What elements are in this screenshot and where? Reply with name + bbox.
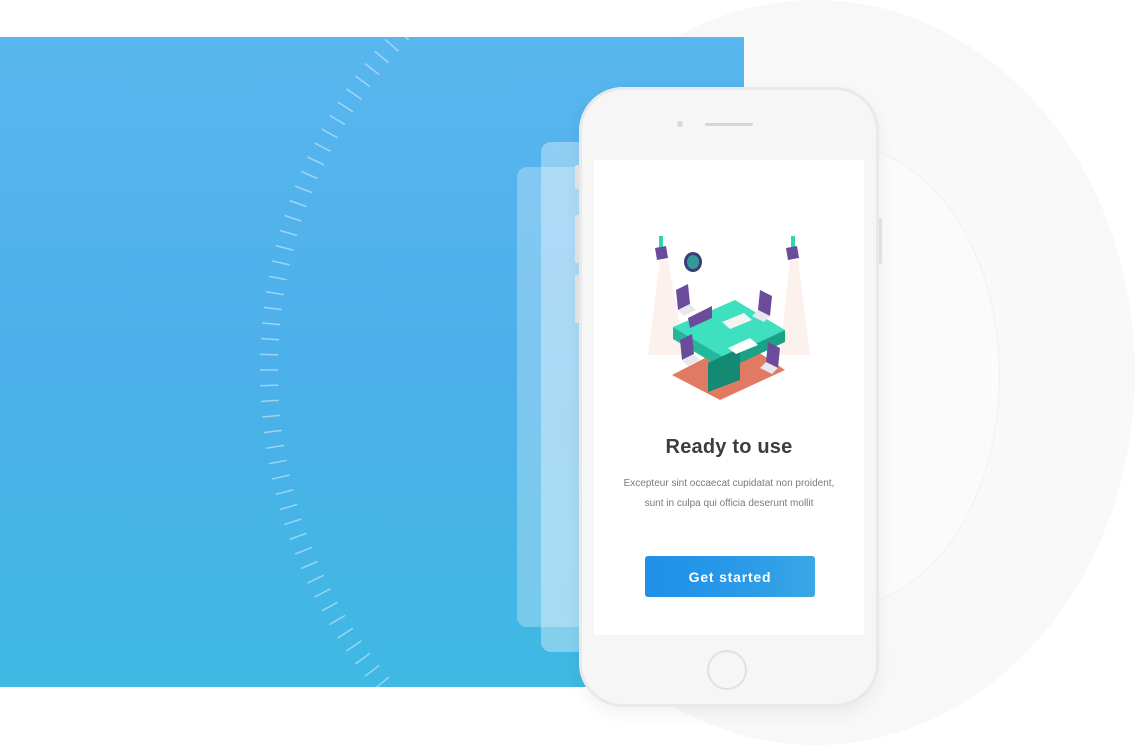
arc-tick <box>355 652 371 665</box>
arc-tick <box>263 429 282 434</box>
arc-tick <box>321 601 338 612</box>
arc-tick <box>337 627 354 639</box>
arc-tick <box>307 574 325 584</box>
arc-tick <box>275 489 294 496</box>
arc-tick <box>346 640 362 652</box>
arc-tick <box>262 322 281 326</box>
arc-tick <box>260 337 279 341</box>
arc-tick <box>275 244 294 251</box>
arc-tick <box>294 185 313 194</box>
arc-tick <box>307 156 325 166</box>
description-line-1: Excepteur sint occaecat cupidatat non pr… <box>623 478 835 489</box>
arc-tick <box>355 75 371 88</box>
arc-tick <box>262 414 281 418</box>
description-line-2: sunt in culpa qui officia deserunt molli… <box>644 498 814 509</box>
arc-tick <box>289 532 307 541</box>
arc-tick <box>374 50 390 64</box>
arc-tick <box>300 560 318 570</box>
arc-tick <box>279 503 298 511</box>
arc-tick <box>329 114 346 126</box>
arc-tick <box>329 614 346 626</box>
arc-tick <box>289 199 307 208</box>
arc-tick <box>284 518 302 526</box>
arc-tick <box>284 214 302 222</box>
arc-tick <box>364 664 380 678</box>
arc-tick <box>268 459 287 465</box>
arc-tick <box>260 384 279 387</box>
get-started-button[interactable]: Get started <box>645 556 815 597</box>
arc-tick <box>266 291 285 296</box>
phone-camera <box>677 121 683 127</box>
onboarding-description: Excepteur sint occaecat cupidatat non pr… <box>610 474 848 514</box>
onboarding-title: Ready to use <box>665 436 793 458</box>
phone-speaker <box>705 123 753 126</box>
arc-tick <box>260 399 279 403</box>
arc-tick <box>271 474 290 480</box>
arc-tick <box>346 88 362 100</box>
meeting-room-illustration-icon <box>648 236 810 400</box>
arc-tick <box>384 38 399 52</box>
arc-tick <box>260 353 279 356</box>
arc-tick <box>375 676 390 687</box>
arc-tick <box>279 229 298 237</box>
arc-tick <box>337 101 354 113</box>
arc-tick <box>271 260 290 266</box>
arc-tick <box>314 588 331 598</box>
arc-tick <box>364 62 380 76</box>
arc-tick <box>314 142 331 152</box>
arc-tick <box>266 444 285 449</box>
phone-home-button[interactable] <box>707 650 747 690</box>
arc-tick <box>268 275 287 281</box>
arc-tick <box>300 170 318 180</box>
arc-tick <box>321 128 338 139</box>
arc-tick <box>404 37 410 41</box>
arc-tick <box>294 546 313 555</box>
arc-tick <box>263 306 282 311</box>
